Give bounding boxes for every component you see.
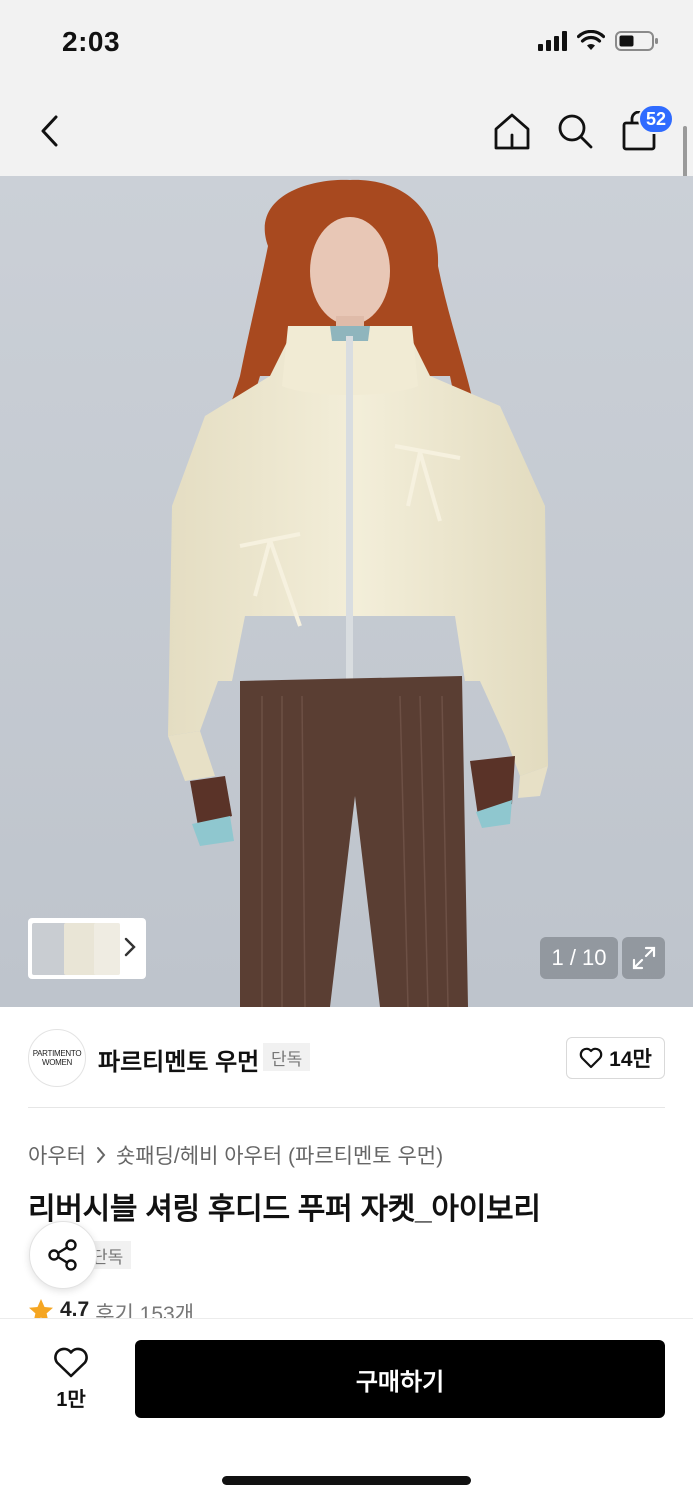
search-icon [558,114,593,149]
cart-count-badge: 52 [638,104,675,134]
buy-button[interactable]: 구매하기 [135,1340,665,1418]
expand-icon [632,946,655,970]
expand-image-button[interactable] [622,937,665,979]
brand-like-button[interactable]: 14만 [566,1037,665,1079]
status-icons [538,30,659,52]
brand-logo[interactable]: PARTIMENTO WOMEN [28,1029,86,1087]
wishlist-button[interactable]: 1만 [30,1338,112,1420]
back-button[interactable] [24,106,74,156]
home-button[interactable] [487,106,537,156]
home-indicator[interactable] [222,1476,471,1485]
status-time: 2:03 [62,26,121,57]
breadcrumb-item[interactable]: 숏패딩/헤비 아우터 (파르티멘토 우먼) [116,1140,443,1170]
breadcrumb: 아우터 숏패딩/헤비 아우터 (파르티멘토 우먼) [28,1140,443,1170]
rating-score: 4.7 [60,1298,90,1320]
thumbnail-strip[interactable] [28,918,146,979]
chevron-right-icon [96,1147,106,1163]
thumbnail-image[interactable] [32,922,68,975]
home-icon [494,113,530,150]
rating-row[interactable]: 4.7 후기 153개 [28,1298,194,1320]
top-navigation-bar [0,88,693,176]
share-button[interactable] [29,1221,97,1289]
heart-icon [54,1347,88,1377]
wifi-icon [577,30,605,50]
product-photo [0,176,693,1007]
product-title: 리버시블 셔링 후디드 푸퍼 자켓_아이보리 [28,1193,541,1226]
image-counter: 1 / 10 [540,937,618,979]
battery-icon [615,31,658,51]
thumbnail-image[interactable] [94,922,120,975]
divider [28,1107,665,1108]
review-count[interactable]: 후기 153개 [95,1298,194,1320]
wishlist-count: 1만 [56,1388,86,1411]
brand-exclusive-tag: 단독 [263,1043,311,1071]
status-bar: 2:03 [0,0,693,88]
chevron-right-icon [124,937,136,957]
heart-icon [579,1047,603,1069]
cellular-signal-icon [538,31,567,51]
product-image-gallery[interactable] [0,176,693,1007]
chevron-left-icon [41,115,58,147]
star-icon [29,1299,53,1320]
breadcrumb-item[interactable]: 아우터 [28,1140,86,1170]
search-button[interactable] [550,106,600,156]
share-icon [48,1239,77,1271]
brand-name[interactable]: 파르티멘토 우먼 [98,1042,259,1077]
brand-like-count: 14만 [609,1048,652,1071]
